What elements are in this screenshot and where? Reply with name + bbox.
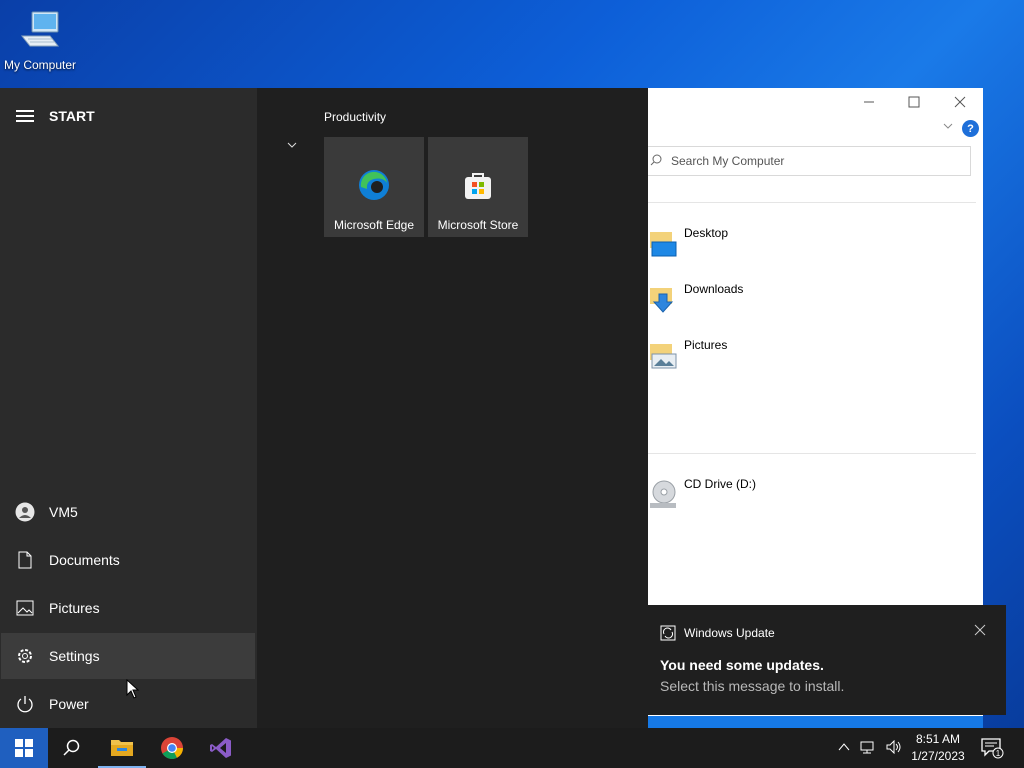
search-placeholder: Search My Computer <box>671 154 785 168</box>
start-menu[interactable]: START VM5 Documents Pictures Settings Po… <box>0 88 648 728</box>
start-menu-sidebar: START VM5 Documents Pictures Settings Po… <box>0 88 257 728</box>
computer-icon <box>20 11 60 47</box>
folder-icon <box>111 740 133 756</box>
start-item-label: Pictures <box>49 600 100 616</box>
start-item-settings[interactable]: Settings <box>1 633 255 679</box>
notification-message: Select this message to install. <box>660 678 845 694</box>
explorer-status-strip <box>648 716 983 728</box>
clock-button[interactable]: 8:51 AM 1/27/2023 <box>905 731 971 765</box>
close-icon <box>954 96 966 108</box>
minimize-icon <box>864 101 874 103</box>
user-name: VM5 <box>49 504 78 520</box>
folder-downloads[interactable]: Downloads <box>640 276 940 326</box>
windows-update-notification[interactable]: Windows Update You need some updates. Se… <box>648 605 1006 715</box>
start-item-user[interactable]: VM5 <box>1 489 255 535</box>
start-item-label: Power <box>49 696 89 712</box>
network-button[interactable] <box>860 740 876 757</box>
downloads-folder-icon <box>650 288 674 313</box>
divider <box>640 202 976 203</box>
system-tray <box>838 728 902 768</box>
pictures-folder-icon <box>650 344 677 369</box>
notification-title: You need some updates. <box>660 657 824 673</box>
action-center-button[interactable]: 1 <box>980 736 1004 760</box>
tile-label: Microsoft Edge <box>333 218 415 232</box>
start-item-label: Documents <box>49 552 120 568</box>
start-tiles-area: Productivity Microsoft Edge Microsoft St… <box>257 88 648 728</box>
volume-button[interactable] <box>886 739 902 757</box>
windows-logo-icon <box>15 739 33 757</box>
cd-drive-icon <box>650 480 676 508</box>
tile-group-label: Productivity <box>324 110 387 124</box>
desktop-icon-my-computer[interactable]: My Computer <box>0 8 80 72</box>
store-icon <box>465 173 491 199</box>
notification-header: Windows Update <box>660 625 775 641</box>
notification-count: 1 <box>996 749 1001 758</box>
drive-cd[interactable]: CD Drive (D:) <box>640 471 940 521</box>
drive-label: CD Drive (D:) <box>684 477 756 491</box>
folder-label: Pictures <box>684 338 728 352</box>
picture-icon <box>1 600 49 616</box>
volume-icon <box>886 739 901 754</box>
folder-desktop[interactable]: Desktop <box>640 220 940 270</box>
user-avatar-icon <box>1 502 49 522</box>
search-icon <box>63 739 80 756</box>
notification-app-name: Windows Update <box>684 626 775 640</box>
search-button[interactable] <box>48 728 96 768</box>
hamburger-menu-icon[interactable] <box>16 110 34 125</box>
taskbar-visual-studio[interactable] <box>197 728 245 768</box>
search-box[interactable]: Search My Computer <box>640 146 971 176</box>
help-button[interactable]: ? <box>962 120 979 137</box>
minimize-button[interactable] <box>846 90 892 114</box>
taskbar-file-explorer[interactable] <box>98 728 146 768</box>
gear-icon <box>1 647 49 665</box>
show-hidden-icons-button[interactable] <box>838 741 850 755</box>
desktop-folder-icon <box>650 232 677 257</box>
clock-time: 8:51 AM <box>915 732 961 746</box>
start-item-pictures[interactable]: Pictures <box>1 585 255 631</box>
tile-label: Microsoft Store <box>437 218 519 232</box>
chevron-up-icon <box>838 743 850 751</box>
tile-microsoft-store[interactable]: Microsoft Store <box>428 137 528 237</box>
document-icon <box>1 551 49 569</box>
chevron-down-icon <box>287 142 297 148</box>
visual-studio-icon <box>210 738 231 758</box>
taskbar-chrome[interactable] <box>148 728 196 768</box>
network-icon <box>860 741 874 753</box>
edge-icon <box>359 170 389 200</box>
folder-pictures[interactable]: Pictures <box>640 332 940 382</box>
divider <box>640 453 976 454</box>
mouse-cursor-icon <box>126 679 140 699</box>
clock-date: 1/27/2023 <box>911 749 965 763</box>
windows-update-icon <box>660 625 676 641</box>
start-title: START <box>49 108 95 124</box>
taskbar: 8:51 AM 1/27/2023 1 <box>0 728 1024 768</box>
power-icon <box>1 695 49 713</box>
folder-label: Downloads <box>684 282 744 296</box>
folder-label: Desktop <box>684 226 729 240</box>
maximize-button[interactable] <box>891 90 937 114</box>
start-item-documents[interactable]: Documents <box>1 537 255 583</box>
start-button[interactable] <box>0 728 48 768</box>
desktop-icon-label: My Computer <box>3 58 77 72</box>
collapse-group-button[interactable] <box>287 140 297 152</box>
chrome-icon <box>161 737 183 759</box>
ribbon-expand-button[interactable] <box>942 120 954 135</box>
start-item-label: Settings <box>49 648 100 664</box>
notification-close-button[interactable] <box>974 623 986 639</box>
close-button[interactable] <box>937 90 983 114</box>
tile-microsoft-edge[interactable]: Microsoft Edge <box>324 137 424 237</box>
notification-center-icon: 1 <box>981 738 1004 759</box>
chevron-down-icon <box>943 123 953 129</box>
maximize-icon <box>908 96 920 108</box>
close-icon <box>974 624 986 636</box>
